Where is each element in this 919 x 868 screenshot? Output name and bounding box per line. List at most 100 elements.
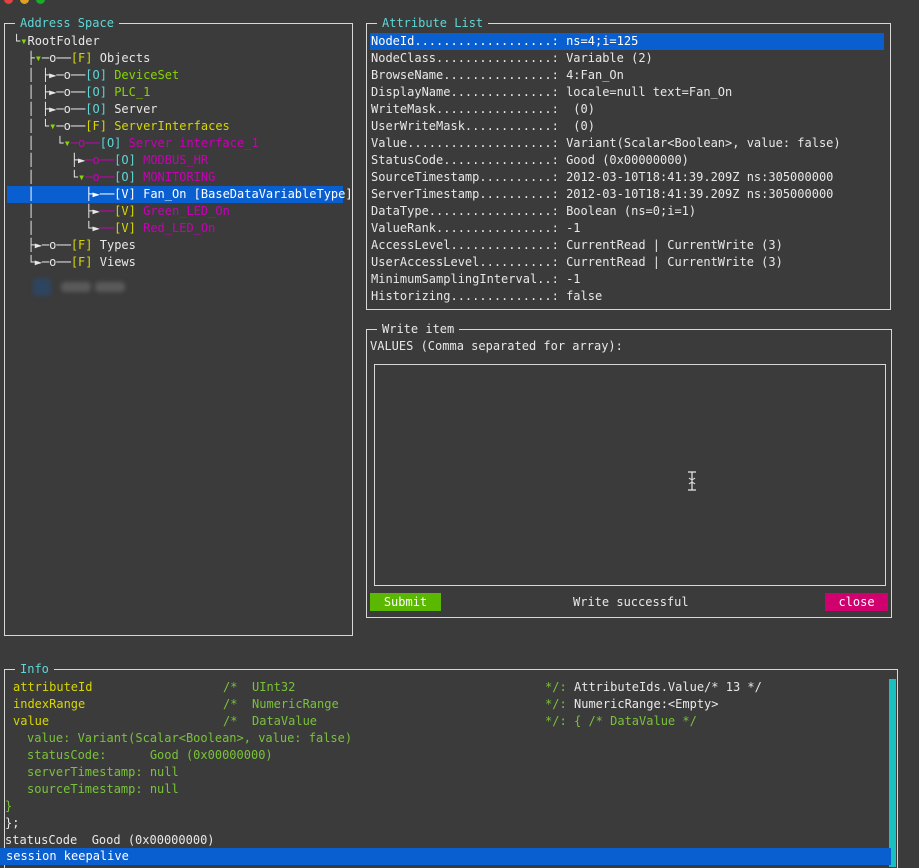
- attribute-leader: ..:: [537, 272, 567, 286]
- attribute-row-datatype[interactable]: DataType.................: Boolean (ns=0…: [370, 203, 884, 220]
- node-class-tag: [O]: [85, 85, 107, 99]
- info-field-value: value /* DataValue */: { /* DataValue */: [5, 713, 889, 730]
- comment-close: */:: [545, 697, 567, 711]
- tree-connector: ─o──: [56, 102, 86, 116]
- node-class-tag: [O]: [85, 68, 107, 82]
- info-field-attributeid: attributeId /* UInt32 */: AttributeIds.Value…: [5, 679, 889, 696]
- tree-branch-lines: │ └: [13, 221, 93, 235]
- values-textarea[interactable]: [374, 364, 886, 586]
- closing-brace-text: }: [5, 799, 13, 813]
- attribute-row-historizing[interactable]: Historizing..............: false: [370, 288, 884, 305]
- comment-close: */:: [545, 714, 567, 728]
- attribute-value: Variant(Scalar<Boolean>, value: false): [566, 136, 841, 150]
- tree-node-label: RootFolder: [27, 34, 100, 48]
- tree-node-label: Objects: [99, 51, 151, 65]
- field-name: indexRange: [13, 697, 86, 711]
- attribute-key: DataType: [371, 204, 429, 218]
- closing-brace: }: [5, 798, 889, 815]
- collapsed-arrow-icon[interactable]: ►: [35, 255, 42, 269]
- attribute-row-nodeclass[interactable]: NodeClass................: Variable (2): [370, 50, 884, 67]
- attribute-list[interactable]: NodeId...................: ns=4;i=125 Nod…: [370, 33, 884, 305]
- tree-node-server[interactable]: │ └▾─o──[O] Server interface_1: [13, 135, 343, 152]
- attribute-value: CurrentRead | CurrentWrite (3): [566, 255, 783, 269]
- submit-button[interactable]: Submit: [370, 593, 441, 611]
- attribute-row-minimumsamplinginterval[interactable]: MinimumSamplingInterval..: -1: [370, 271, 884, 288]
- attribute-leader: ................:: [436, 221, 567, 235]
- tree-connector: ─o──: [56, 119, 86, 133]
- tree-connector: ─o──: [70, 136, 100, 150]
- tree-connector: ─o──: [41, 238, 71, 252]
- tree-node-red-led-on[interactable]: │ └►──[V] Red_LED_On: [13, 220, 343, 237]
- tree-branch-lines: ├: [13, 238, 35, 252]
- expanded-arrow-icon[interactable]: ▾: [35, 51, 42, 65]
- tree-node-plc-1[interactable]: │ ├►─o──[O] PLC_1: [13, 84, 343, 101]
- attribute-key: UserAccessLevel: [371, 255, 480, 269]
- close-window-icon[interactable]: [4, 0, 13, 4]
- attribute-leader: ...............:: [443, 68, 567, 82]
- attribute-row-browsename[interactable]: BrowseName...............: 4:Fan_On: [370, 67, 884, 84]
- attribute-key: UserWriteMask: [371, 119, 465, 133]
- info-scrollbar[interactable]: [889, 679, 896, 867]
- attribute-value: 2012-03-10T18:41:39.209Z ns:305000000: [566, 187, 834, 201]
- attribute-row-valuerank[interactable]: ValueRank................: -1: [370, 220, 884, 237]
- tree-node-server[interactable]: │ ├►─o──[O] Server: [13, 101, 343, 118]
- attribute-key: NodeClass: [371, 51, 437, 65]
- tree-node-objects[interactable]: ├▾─o──[F] Objects: [13, 50, 343, 67]
- field-value: NumericRange:<Empty>: [574, 697, 719, 711]
- attribute-value: Good (0x00000000): [566, 153, 689, 167]
- attribute-value: -1: [566, 221, 581, 235]
- tree-node-fan-on[interactable]: │ ├►──[V] Fan_On [BaseDataVariableType]: [7, 186, 353, 203]
- tree-node-serverinterfaces[interactable]: │ └▾─o──[F] ServerInterfaces: [13, 118, 343, 135]
- tree-node-deviceset[interactable]: │ ├►─o──[O] DeviceSet: [13, 67, 343, 84]
- datavalue-line: sourceTimestamp: null: [5, 781, 889, 798]
- attribute-value: Boolean (ns=0;i=1): [566, 204, 697, 218]
- tree-branch-lines: │ ├: [13, 204, 93, 218]
- attribute-leader: ................:: [436, 102, 567, 116]
- tree-node-label: PLC_1: [114, 85, 151, 99]
- tree-branch-lines: │ ├: [13, 102, 50, 116]
- minimize-window-icon[interactable]: [20, 0, 29, 4]
- collapsed-arrow-icon[interactable]: ►: [92, 204, 99, 218]
- attribute-row-sourcetimestamp[interactable]: SourceTimestamp..........: 2012-03-10T18…: [370, 169, 884, 186]
- tree-node-views[interactable]: └►─o──[F] Views: [13, 254, 343, 271]
- attribute-key: AccessLevel: [371, 238, 451, 252]
- attribute-row-writemask[interactable]: WriteMask................: (0): [370, 101, 884, 118]
- node-class-tag: [F]: [70, 51, 93, 65]
- tree-branch-lines: │ ├: [13, 85, 50, 99]
- expanded-arrow-icon[interactable]: ▾: [64, 136, 71, 150]
- address-space-tree[interactable]: └▾RootFolder ├▾─o──[F] Objects │ ├►─o──[…: [7, 33, 353, 271]
- node-class-tag: [O]: [85, 102, 107, 116]
- attribute-row-useraccesslevel[interactable]: UserAccessLevel..........: CurrentRead |…: [370, 254, 884, 271]
- collapsed-arrow-icon[interactable]: ►: [92, 187, 99, 201]
- blurred-label: [95, 282, 125, 292]
- attribute-row-nodeid[interactable]: NodeId...................: ns=4;i=125: [370, 33, 884, 50]
- attribute-leader: ..........:: [479, 187, 567, 201]
- blurred-label: [61, 282, 91, 292]
- tree-node-monitoring[interactable]: │ └▾─o──[O] MONITORING: [13, 169, 343, 186]
- tree-node-label: Red_LED_On: [143, 221, 216, 235]
- close-button[interactable]: close: [825, 593, 888, 611]
- tree-node-modbus-hr[interactable]: │ ├►─o──[O] MODBUS_HR: [13, 152, 343, 169]
- collapsed-arrow-icon[interactable]: ►: [35, 238, 42, 252]
- attribute-leader: .................:: [428, 204, 567, 218]
- field-type: NumericRange: [252, 697, 339, 711]
- attribute-row-accesslevel[interactable]: AccessLevel..............: CurrentRead |…: [370, 237, 884, 254]
- attribute-leader: ..........:: [479, 170, 567, 184]
- attribute-row-statuscode[interactable]: StatusCode...............: Good (0x00000…: [370, 152, 884, 169]
- status-line-selected[interactable]: session keepalive: [0, 848, 891, 865]
- attribute-row-servertimestamp[interactable]: ServerTimestamp..........: 2012-03-10T18…: [370, 186, 884, 203]
- status-code-line: statusCode Good (0x00000000): [5, 832, 889, 849]
- attribute-value: -1: [566, 272, 581, 286]
- tree-node-green-led-on[interactable]: │ ├►──[V] Green_LED_On: [13, 203, 343, 220]
- collapsed-arrow-icon[interactable]: ►: [92, 221, 99, 235]
- attribute-row-value[interactable]: Value....................: Variant(Scala…: [370, 135, 884, 152]
- attribute-row-userwritemask[interactable]: UserWriteMask............: (0): [370, 118, 884, 135]
- attribute-leader: ...................:: [414, 34, 567, 48]
- tree-node-types[interactable]: ├►─o──[F] Types: [13, 237, 343, 254]
- attribute-row-displayname[interactable]: DisplayName..............: locale=null t…: [370, 84, 884, 101]
- zoom-window-icon[interactable]: [36, 0, 45, 4]
- tree-connector: ─o──: [41, 51, 71, 65]
- comment-close: */:: [545, 680, 567, 694]
- tree-node-rootfolder[interactable]: └▾RootFolder: [13, 33, 343, 50]
- attribute-value: CurrentRead | CurrentWrite (3): [566, 238, 783, 252]
